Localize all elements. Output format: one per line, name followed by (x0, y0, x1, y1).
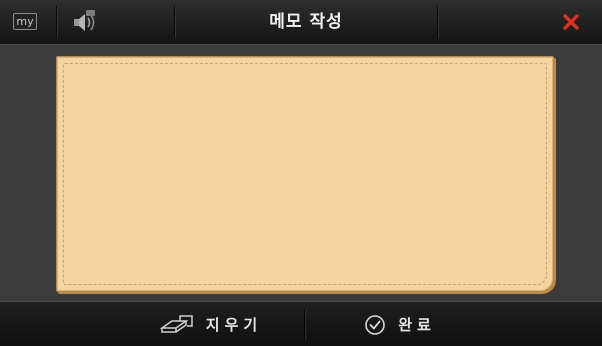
top-divider (56, 6, 58, 38)
memo-pad (56, 56, 554, 292)
bottom-bar: 지우기 완료 (0, 301, 602, 346)
checkmark-circle-icon (365, 314, 385, 335)
memo-screen: my 메모 작성 지우기 완료 (0, 0, 602, 346)
memo-paper (56, 56, 554, 292)
top-divider (437, 6, 439, 38)
bottom-divider (304, 310, 306, 340)
close-icon (563, 14, 579, 30)
memo-text-input[interactable] (69, 69, 545, 283)
done-button[interactable]: 완료 (340, 302, 460, 346)
page-title: 메모 작성 (269, 12, 343, 32)
done-label: 완료 (398, 316, 436, 334)
top-bar: my 메모 작성 (0, 0, 602, 45)
erase-label: 지우기 (205, 316, 263, 334)
my-icon[interactable]: my (13, 13, 37, 30)
eraser-icon (159, 314, 193, 333)
speaker-icon[interactable] (71, 9, 101, 35)
erase-button[interactable]: 지우기 (140, 302, 280, 346)
close-button[interactable] (548, 8, 596, 38)
